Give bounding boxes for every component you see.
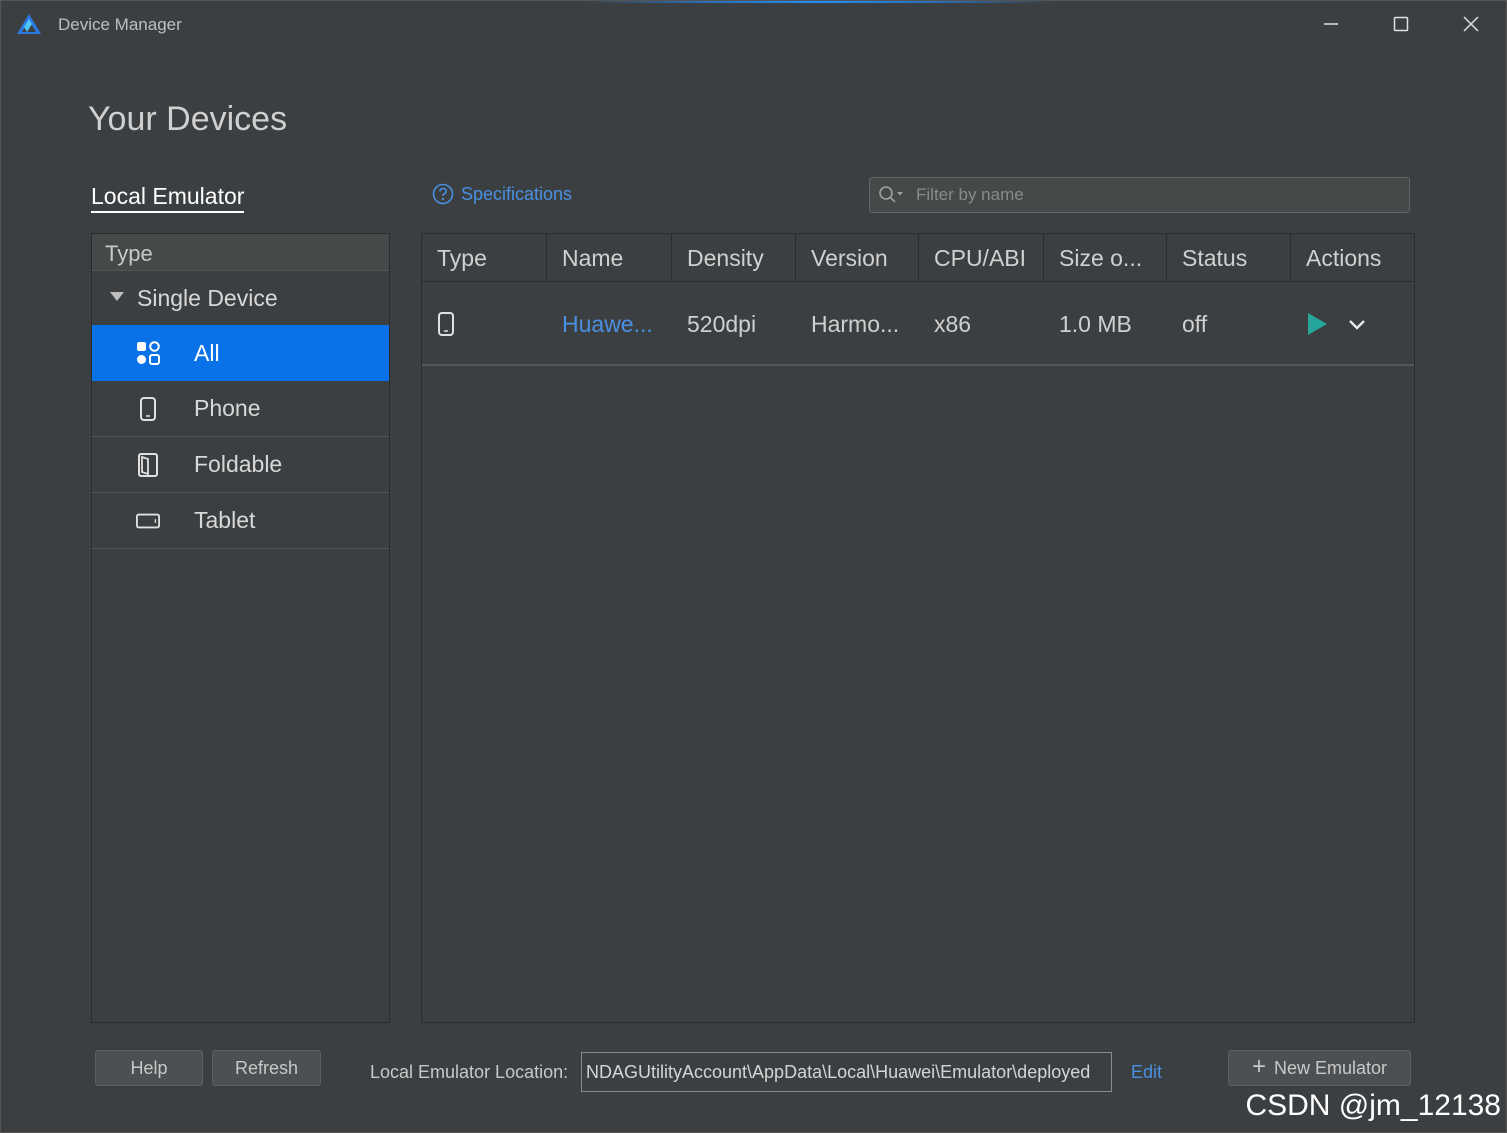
maximize-icon xyxy=(1393,16,1409,32)
group-label: Single Device xyxy=(137,284,278,311)
expand-triangle-icon xyxy=(110,292,124,301)
sidebar-item-phone[interactable]: Phone xyxy=(92,381,389,437)
phone-icon xyxy=(438,312,454,336)
refresh-button[interactable]: Refresh xyxy=(212,1050,321,1086)
search-box xyxy=(869,177,1410,213)
column-header-status[interactable]: Status xyxy=(1167,234,1291,282)
table-row[interactable]: Huawe... 520dpi Harmo... x86 1.0 MB off xyxy=(422,282,1414,366)
edit-link[interactable]: Edit xyxy=(1131,1062,1162,1083)
single-device-group[interactable]: Single Device xyxy=(92,271,389,325)
column-header-name[interactable]: Name xyxy=(547,234,672,282)
column-header-actions: Actions xyxy=(1306,244,1382,271)
table-header: Type Name Density Version CPU/ABI Size o… xyxy=(422,234,1414,282)
column-header-type[interactable]: Type xyxy=(422,234,547,282)
title-accent xyxy=(580,0,1060,3)
column-header-version[interactable]: Version xyxy=(796,234,919,282)
specifications-label: Specifications xyxy=(461,183,573,204)
tab-local-emulator[interactable]: Local Emulator xyxy=(91,183,245,213)
watermark: CSDN @jm_12138 xyxy=(1245,1089,1501,1122)
search-icon xyxy=(879,186,903,203)
foldable-icon xyxy=(136,452,160,477)
help-circle-icon xyxy=(432,183,454,205)
sidebar-item-label: Tablet xyxy=(194,507,256,533)
window-title: Device Manager xyxy=(58,15,182,34)
device-name-link[interactable]: Huawe... xyxy=(547,282,672,366)
specifications-link[interactable]: Specifications xyxy=(432,183,572,205)
chevron-down-icon[interactable] xyxy=(1348,318,1366,330)
sidebar-item-foldable[interactable]: Foldable xyxy=(92,437,389,493)
tablet-icon xyxy=(136,509,160,533)
maximize-button[interactable] xyxy=(1378,8,1424,40)
location-label: Local Emulator Location: xyxy=(370,1062,569,1082)
device-actions xyxy=(1291,282,1414,366)
sidebar-item-label: All xyxy=(194,339,220,366)
device-table: Type Name Density Version CPU/ABI Size o… xyxy=(421,233,1415,1023)
column-header-cpu[interactable]: CPU/ABI xyxy=(919,234,1044,282)
minimize-icon xyxy=(1324,23,1338,25)
location-input[interactable] xyxy=(582,1061,1111,1083)
grid-icon xyxy=(136,341,160,365)
minimize-button[interactable] xyxy=(1308,8,1354,40)
close-button[interactable] xyxy=(1448,8,1494,40)
page-title: Your Devices xyxy=(88,100,288,138)
sidebar-item-label: Foldable xyxy=(194,451,283,477)
search-input[interactable] xyxy=(916,185,1409,205)
sidebar-item-tablet[interactable]: Tablet xyxy=(92,493,389,549)
type-filter-panel: Type Single Device All Phone Foldable Ta… xyxy=(91,233,390,1023)
column-header-size[interactable]: Size o... xyxy=(1044,234,1167,282)
device-version: Harmo... xyxy=(811,310,900,337)
help-button[interactable]: Help xyxy=(95,1050,203,1086)
play-icon[interactable] xyxy=(1306,312,1328,336)
app-logo-icon xyxy=(17,14,41,34)
plus-icon: + xyxy=(1251,1052,1266,1080)
device-density: 520dpi xyxy=(687,310,757,337)
column-header-density[interactable]: Density xyxy=(672,234,796,282)
new-emulator-label: New Emulator xyxy=(1273,1057,1388,1078)
device-type-cell xyxy=(422,282,547,366)
sidebar-item-label: Phone xyxy=(194,395,261,421)
new-emulator-button[interactable]: + New Emulator xyxy=(1228,1050,1411,1086)
phone-icon xyxy=(136,396,160,421)
type-header: Type xyxy=(92,234,389,271)
device-status: off xyxy=(1182,310,1208,337)
device-cpu: x86 xyxy=(934,310,972,337)
device-size: 1.0 MB xyxy=(1059,310,1132,337)
close-icon xyxy=(1463,16,1479,32)
location-field xyxy=(581,1052,1112,1092)
sidebar-item-all[interactable]: All xyxy=(92,325,389,381)
title-bar: Device Manager xyxy=(0,0,1507,48)
